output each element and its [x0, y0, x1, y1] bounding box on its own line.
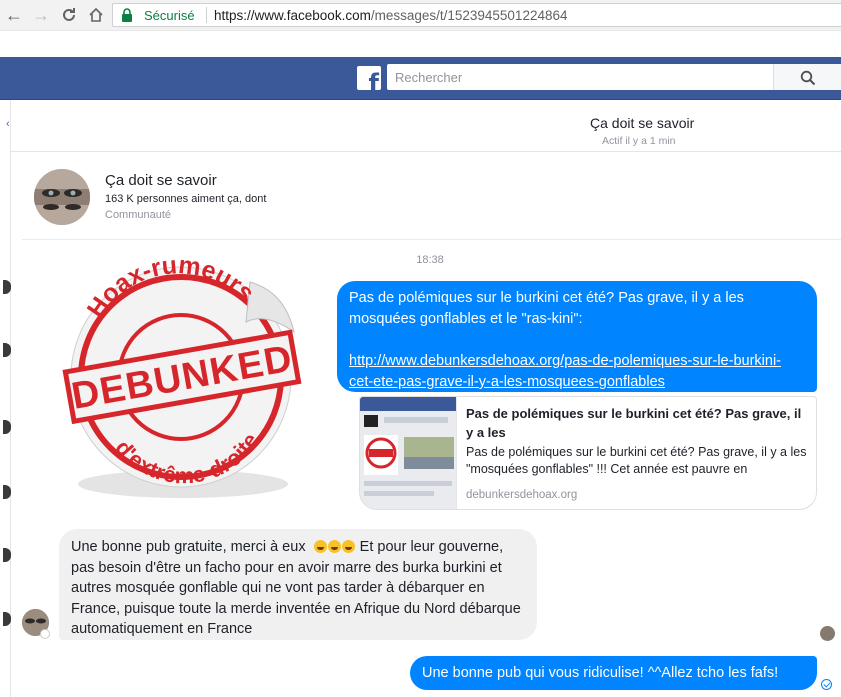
link-preview-domain: debunkersdehoax.org [466, 489, 578, 501]
page-likes: 163 K personnes aiment ça, dont [105, 193, 267, 205]
reload-icon[interactable] [58, 4, 80, 26]
lock-icon [122, 8, 132, 22]
omnibox-separator [206, 7, 207, 23]
page-avatar[interactable] [34, 169, 90, 225]
page-name[interactable]: Ça doit se savoir [105, 172, 217, 189]
address-bar[interactable]: Sécurisé https://www.facebook.com/messag… [112, 3, 841, 27]
page-info-card: Ça doit se savoir 163 K personnes aiment… [22, 152, 841, 240]
chevron-left-icon[interactable]: ‹ [6, 118, 10, 130]
search-placeholder: Rechercher [395, 70, 463, 85]
url-text[interactable]: https://www.facebook.com/messages/t/1523… [214, 8, 568, 23]
search-input[interactable]: Rechercher [387, 64, 841, 90]
back-arrow-icon[interactable]: ← [3, 4, 25, 26]
conversation-header: ‹ Ça doit se savoir Actif il y a 1 min [6, 100, 841, 152]
conversation-list-edge[interactable] [0, 100, 11, 697]
outgoing-message-bubble[interactable]: Pas de polémiques sur le burkini cet été… [337, 281, 817, 392]
facebook-logo-icon[interactable]: f [357, 66, 381, 90]
forward-arrow-icon[interactable]: → [30, 4, 52, 26]
search-icon [800, 70, 816, 86]
conversation-avatar-edge[interactable] [3, 343, 11, 357]
laughing-emoji-icon [341, 540, 355, 553]
message-link[interactable]: http://www.debunkersdehoax.org/pas-de-po… [349, 351, 805, 393]
incoming-message-bubble[interactable]: Une bonne pub gratuite, merci à eux Et p… [59, 529, 537, 640]
url-host: https://www.facebook.com [214, 8, 371, 23]
conversation-avatar-edge[interactable] [3, 280, 11, 294]
message-text: Une bonne pub qui vous ridiculise! ^^All… [422, 665, 779, 681]
conversation-avatar-edge[interactable] [3, 548, 11, 562]
laughing-emoji-icon [313, 540, 327, 553]
secure-label: Sécurisé [144, 8, 195, 23]
browser-chrome: ← → Sécurisé https://www.facebook.com/me… [0, 0, 841, 56]
url-path: /messages/t/1523945501224864 [370, 8, 568, 23]
active-status: Actif il y a 1 min [602, 135, 676, 147]
delivered-check-icon [821, 679, 832, 690]
home-icon[interactable] [85, 4, 107, 26]
conversation-avatar-edge[interactable] [3, 612, 11, 626]
outgoing-message-bubble[interactable]: Une bonne pub qui vous ridiculise! ^^All… [410, 656, 817, 690]
link-preview-title[interactable]: Pas de polémiques sur le burkini cet été… [466, 404, 810, 442]
message-text: Une bonne pub gratuite, merci à eux [71, 539, 306, 555]
messenger-badge-icon [40, 629, 50, 639]
conversation-avatar-edge[interactable] [3, 420, 11, 434]
message-text: Pas de polémiques sur le burkini cet été… [349, 290, 744, 327]
debunked-sticker-image[interactable]: Hoax-rumeurs d'extrême-droite DEBUNKED [50, 252, 312, 507]
conversation-title: Ça doit se savoir [590, 115, 695, 131]
link-preview-card[interactable]: Pas de polémiques sur le burkini cet été… [359, 396, 817, 510]
browser-toolbar: ← → Sécurisé https://www.facebook.com/me… [0, 0, 841, 30]
seen-receipt-avatar [820, 626, 835, 641]
conversation-avatar-edge[interactable] [3, 485, 11, 499]
page-category: Communauté [105, 209, 172, 221]
facebook-top-bar: f Rechercher [0, 57, 841, 100]
search-button[interactable] [773, 64, 841, 90]
message-timestamp: 18:38 [416, 254, 444, 266]
link-preview-thumbnail [360, 397, 457, 509]
bookmarks-bar [0, 30, 841, 56]
link-preview-description: Pas de polémiques sur le burkini cet été… [466, 445, 807, 476]
laughing-emoji-icon [327, 540, 341, 553]
